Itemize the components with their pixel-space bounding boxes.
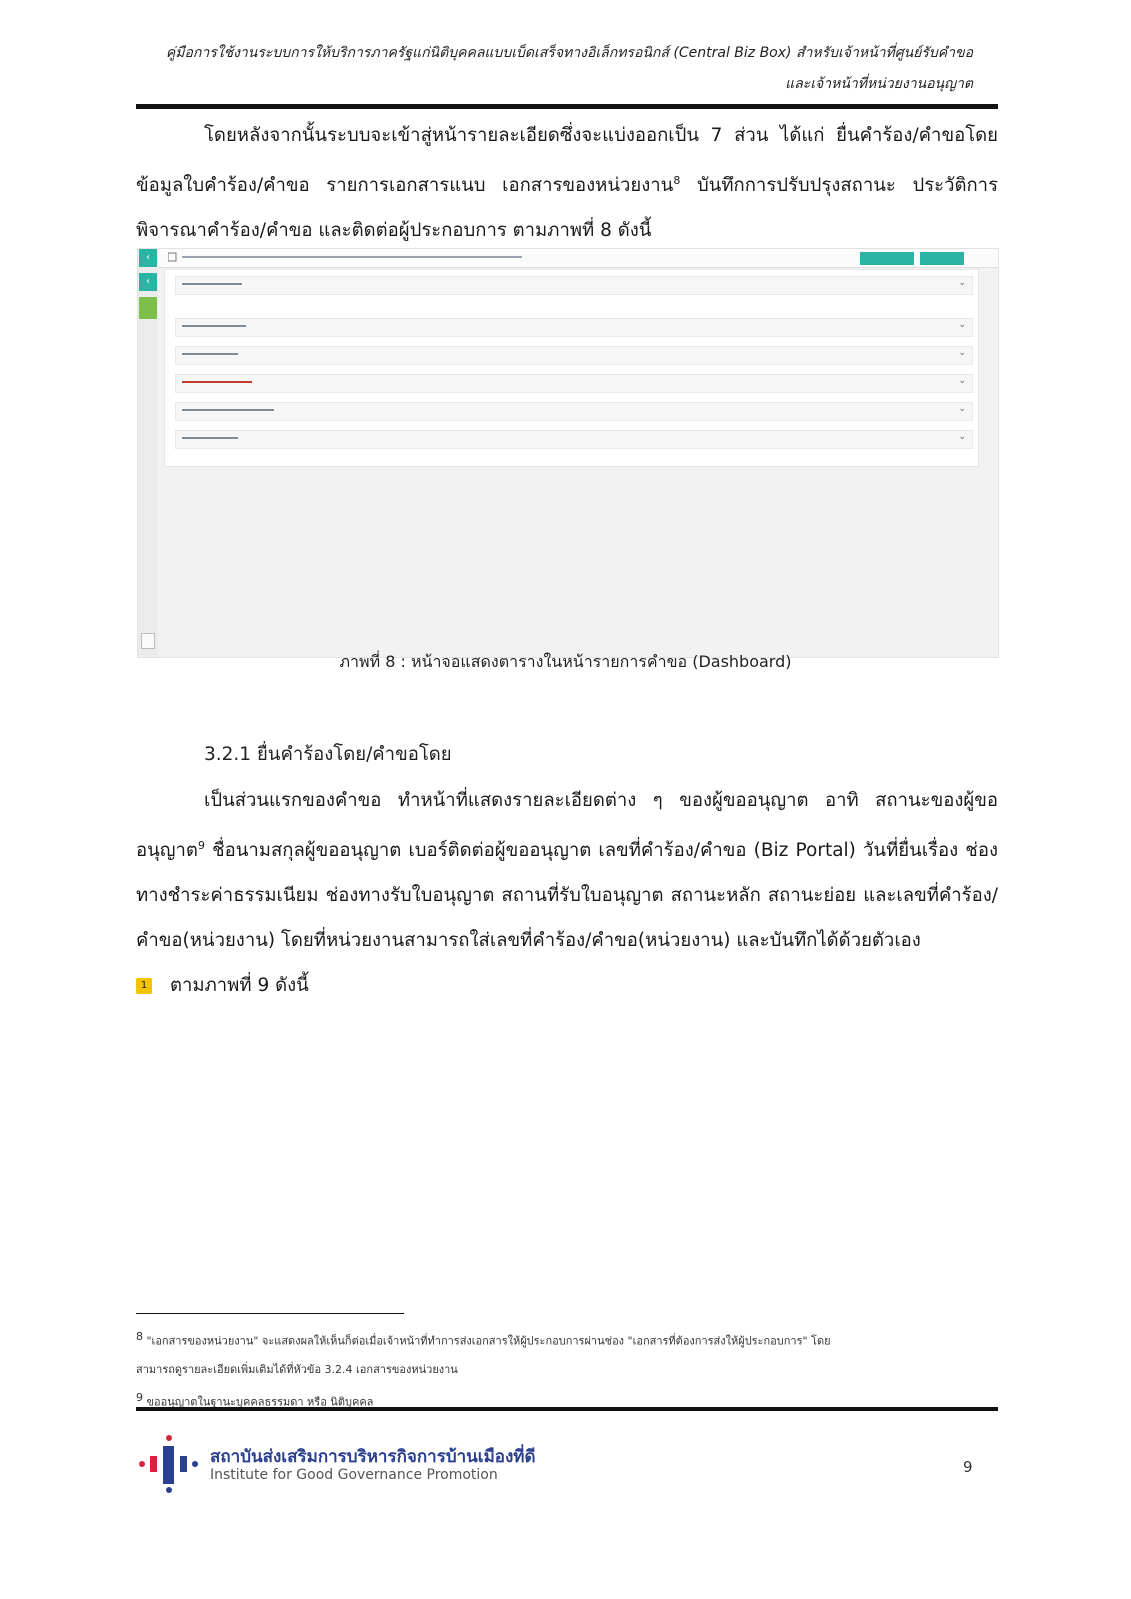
screenshot-accordion-panel: ⌄ ⌄ ⌄ ⌄ ⌄ ⌄ [164, 269, 979, 467]
running-header-title: คู่มือการใช้งานระบบการให้บริการภาครัฐแก่… [165, 45, 973, 61]
chevron-down-icon: ⌄ [958, 376, 966, 386]
figure-screenshot: ‹ ‹ ⌄ ⌄ ⌄ ⌄ ⌄ ⌄ [137, 248, 999, 658]
footnote-8-line1: "เอกสารของหน่วยงาน" จะแสดงผลให้เห็นก็ต่อ… [146, 1334, 831, 1348]
page-number: 9 [963, 1458, 973, 1476]
status-icon [139, 297, 157, 319]
chevron-down-icon: ⌄ [958, 432, 966, 442]
intro-paragraph: โดยหลังจากนั้นระบบจะเข้าสู่หน้ารายละเอีย… [136, 113, 998, 253]
footer-rule [136, 1407, 998, 1411]
chevron-down-icon: ⌄ [958, 404, 966, 414]
annotation-badge: 1 [136, 978, 152, 995]
accordion-row: ⌄ [175, 318, 973, 337]
accordion-row: ⌄ [175, 374, 973, 393]
accordion-row: ⌄ [175, 276, 973, 295]
illegible-label [182, 353, 238, 355]
screenshot-action-button [920, 252, 964, 265]
footnote-ref-9: 9 [197, 839, 205, 852]
footnote-rule [136, 1313, 404, 1314]
screenshot-action-button [860, 252, 914, 265]
section-heading: 3.2.1 ยื่นคำร้องโดย/คำขอโดย [204, 744, 452, 765]
section-text-b: ชื่อนามสกุลผู้ขออนุญาต เบอร์ติดต่อผู้ขออ… [136, 840, 998, 952]
accordion-row: ⌄ [175, 430, 973, 449]
chevron-down-icon: ⌄ [958, 278, 966, 288]
footnotes: 8 "เอกสารของหน่วยงาน" จะแสดงผลให้เห็นก็ต… [136, 1323, 998, 1416]
institute-logo-icon [139, 1435, 198, 1493]
header-rule [136, 104, 998, 109]
illegible-label [182, 437, 238, 439]
section-paragraph: เป็นส่วนแรกของคำขอ ทำหน้าที่แสดงรายละเอี… [136, 778, 998, 1008]
chevron-left-icon: ‹ [139, 249, 157, 267]
illegible-label [182, 381, 252, 383]
footnote-number-8: 8 [136, 1330, 143, 1343]
illegible-label [182, 325, 246, 327]
chevron-left-icon: ‹ [139, 273, 157, 291]
chevron-down-icon: ⌄ [958, 320, 966, 330]
screenshot-title-bar [158, 249, 998, 268]
figure-caption: ภาพที่ 8 : หน้าจอแสดงตารางในหน้ารายการคำ… [339, 652, 792, 671]
illegible-title-text [167, 252, 522, 262]
illegible-label [182, 283, 242, 285]
org-name-thai: สถาบันส่งเสริมการบริหารกิจการบ้านเมืองที… [210, 1447, 536, 1467]
screenshot-side-rail: ‹ ‹ [138, 249, 158, 657]
section-last-line: ตามภาพที่ 9 ดังนี้ [170, 975, 309, 997]
footnote-8-line2: สามารถดูรายละเอียดเพิ่มเติมได้ที่หัวข้อ … [136, 1362, 458, 1376]
accordion-row: ⌄ [175, 402, 973, 421]
document-icon [141, 633, 155, 649]
running-header-subtitle: และเจ้าหน้าที่หน่วยงานอนุญาต [785, 76, 973, 92]
chevron-down-icon: ⌄ [958, 348, 966, 358]
org-name-english: Institute for Good Governance Promotion [210, 1467, 498, 1483]
screenshot-title-placeholder [167, 251, 728, 265]
accordion-row: ⌄ [175, 346, 973, 365]
footnote-number-9: 9 [136, 1390, 143, 1404]
illegible-label [182, 409, 274, 411]
